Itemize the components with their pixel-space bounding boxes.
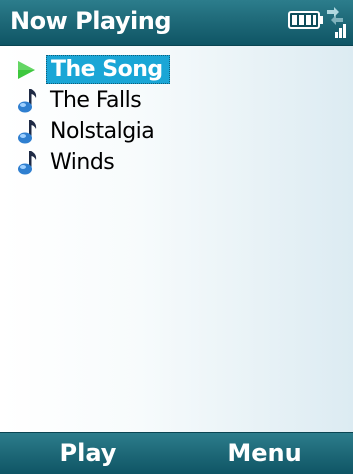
list-item[interactable]: Nolstalgia — [0, 116, 353, 147]
title-bar: Now Playing — [0, 0, 353, 46]
music-note-icon — [18, 151, 37, 175]
list-item[interactable]: The Falls — [0, 85, 353, 116]
battery-full-icon — [288, 11, 323, 29]
signal-strength-icon — [327, 7, 346, 38]
track-title: Nolstalgia — [50, 119, 155, 144]
play-softkey-button[interactable]: Play — [0, 433, 176, 474]
music-note-icon — [18, 89, 37, 113]
menu-softkey-button[interactable]: Menu — [176, 433, 353, 474]
page-title: Now Playing — [10, 7, 172, 35]
list-item[interactable]: Winds — [0, 147, 353, 178]
track-list: The Song The Falls Nolstalgia Winds — [0, 54, 353, 178]
track-title: The Falls — [50, 88, 142, 113]
playlist-area: The Song The Falls Nolstalgia Winds — [0, 46, 353, 432]
status-icons — [288, 7, 346, 38]
softkey-bar: Play Menu — [0, 432, 353, 474]
track-title: The Song — [46, 55, 170, 84]
now-playing-screen: Now Playing The Song The Falls Nolstalgi… — [0, 0, 353, 474]
list-item[interactable]: The Song — [0, 54, 353, 85]
music-note-icon — [18, 120, 37, 144]
play-arrow-icon — [18, 61, 35, 79]
track-title: Winds — [50, 150, 115, 175]
